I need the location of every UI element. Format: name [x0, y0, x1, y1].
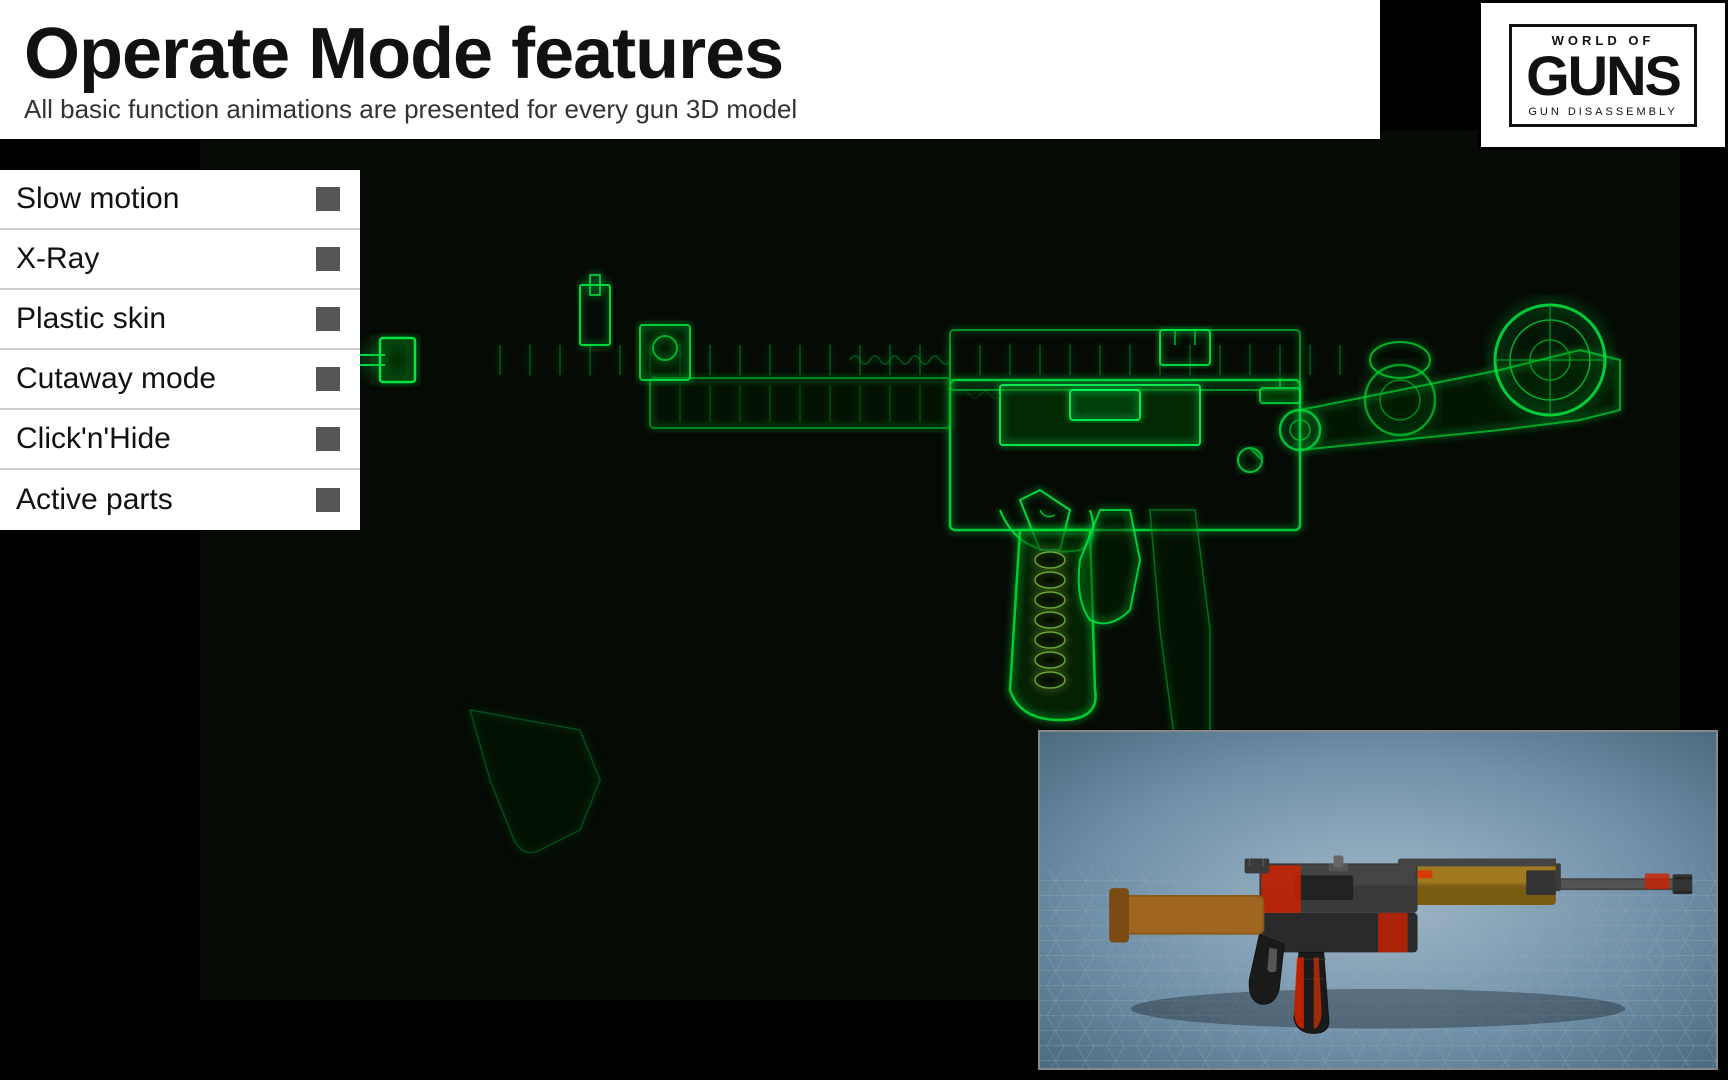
feature-item-5: Active parts — [0, 470, 360, 530]
feature-label: Active parts — [16, 483, 173, 517]
feature-label: X-Ray — [16, 242, 99, 276]
feature-label: Slow motion — [16, 182, 179, 216]
feature-item-1: X-Ray — [0, 230, 360, 290]
feature-square-icon — [316, 488, 340, 512]
page-title: Operate Mode features — [24, 18, 1356, 90]
feature-square-icon — [316, 187, 340, 211]
feature-item-3: Cutaway mode — [0, 350, 360, 410]
logo-border: WORLD OF GUNS GUN DISASSEMBLY — [1509, 24, 1697, 127]
feature-label: Click'n'Hide — [16, 422, 171, 456]
feature-label: Cutaway mode — [16, 362, 216, 396]
inset-background — [1040, 732, 1716, 1068]
header-bar: Operate Mode features All basic function… — [0, 0, 1380, 139]
feature-square-icon — [316, 427, 340, 451]
feature-item-0: Slow motion — [0, 170, 360, 230]
logo-box: WORLD OF GUNS GUN DISASSEMBLY — [1478, 0, 1728, 150]
feature-item-2: Plastic skin — [0, 290, 360, 350]
feature-label: Plastic skin — [16, 302, 166, 336]
feature-list: Slow motion X-Ray Plastic skin Cutaway mode… — [0, 170, 360, 530]
page-subtitle: All basic function animations are presen… — [24, 94, 1356, 125]
inset-gun-photo — [1038, 730, 1718, 1070]
logo-tagline: GUN DISASSEMBLY — [1528, 106, 1677, 118]
feature-square-icon — [316, 307, 340, 331]
feature-square-icon — [316, 247, 340, 271]
feature-square-icon — [316, 367, 340, 391]
logo-guns: GUNS — [1526, 48, 1680, 104]
feature-item-4: Click'n'Hide — [0, 410, 360, 470]
